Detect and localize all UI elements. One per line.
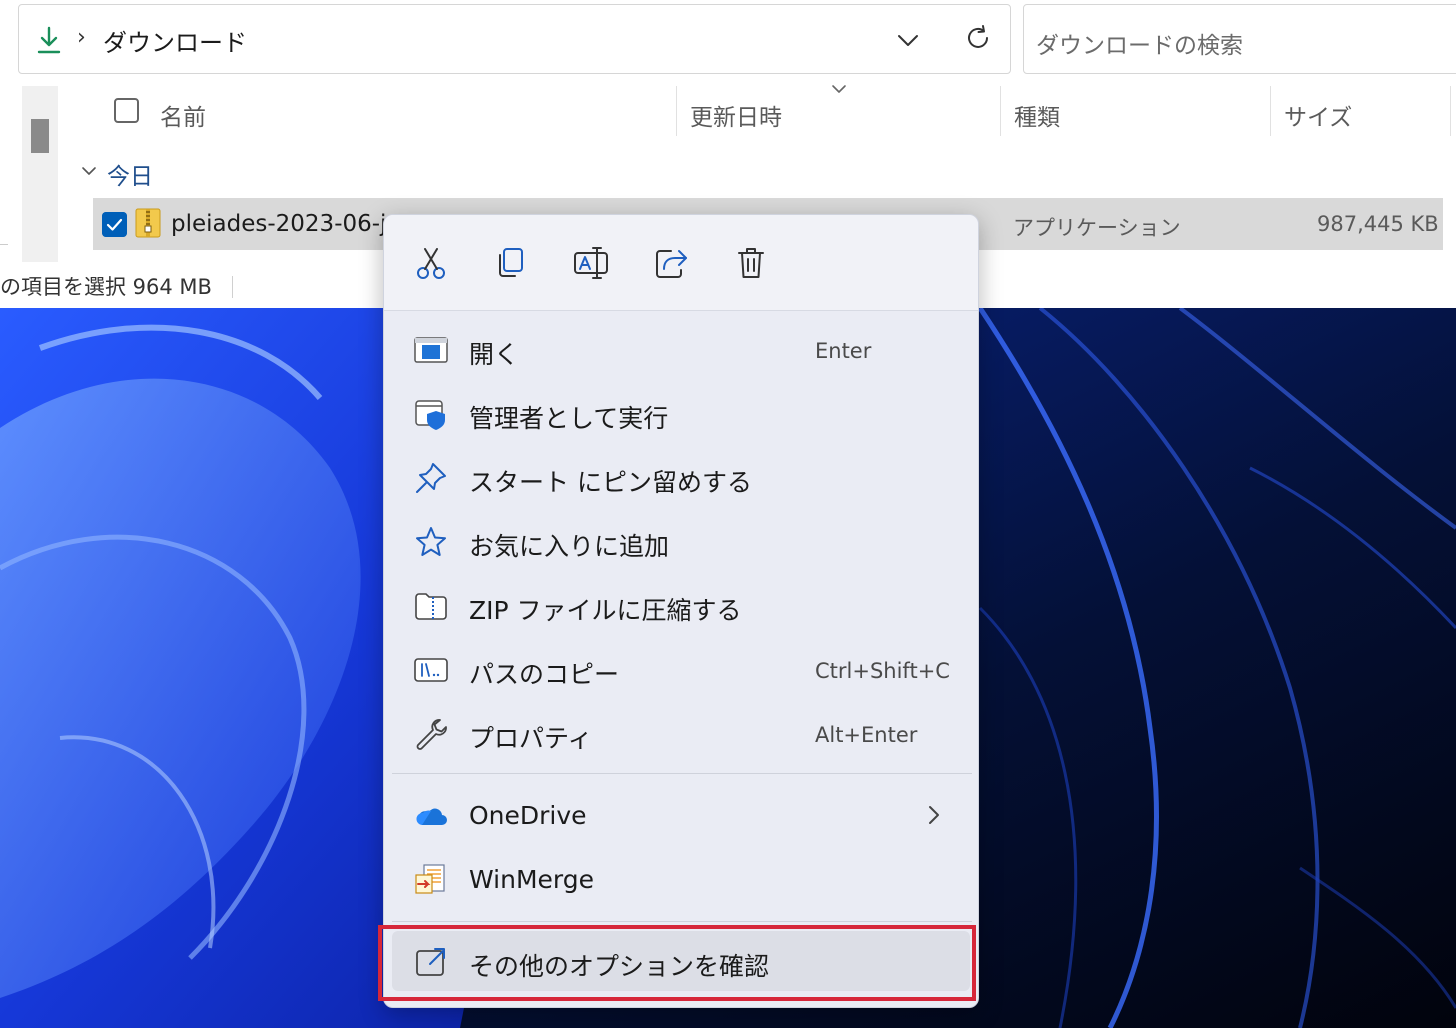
winmerge-icon <box>414 863 448 897</box>
menu-item-copy-path[interactable]: パスのコピー Ctrl+Shift+C <box>384 639 978 699</box>
group-header-today[interactable]: 今日 <box>107 157 153 191</box>
menu-item-label: ZIP ファイルに圧縮する <box>469 596 742 625</box>
breadcrumb-separator: › <box>77 25 86 50</box>
status-bar-text: の項目を選択 964 MB <box>0 275 212 299</box>
select-all-checkbox[interactable] <box>114 98 139 123</box>
star-icon <box>414 525 448 559</box>
scrollbar-thumb[interactable] <box>31 119 49 153</box>
share-button[interactable] <box>651 243 691 283</box>
file-size: 987,445 KB <box>1317 212 1439 236</box>
annotation-highlight-box <box>378 925 976 1001</box>
column-header-date[interactable]: 更新日時 <box>690 98 782 152</box>
run-as-admin-icon <box>414 397 448 431</box>
menu-item-properties[interactable]: プロパティ Alt+Enter <box>384 703 978 763</box>
column-divider[interactable] <box>1270 86 1271 136</box>
status-bar-divider <box>232 276 233 298</box>
rename-icon <box>574 247 608 279</box>
menu-item-label: WinMerge <box>469 865 594 894</box>
menu-item-label: 管理者として実行 <box>469 404 669 433</box>
pin-icon <box>414 461 448 495</box>
menu-item-label: 開く <box>469 340 520 369</box>
zip-folder-icon <box>414 589 448 623</box>
file-type: アプリケーション <box>1013 216 1181 240</box>
chevron-down-icon[interactable] <box>895 27 921 53</box>
divider <box>0 244 8 245</box>
context-menu: 開く Enter 管理者として実行 スタート にピン留めする お気に入りに追加 … <box>383 214 979 1008</box>
menu-separator <box>392 773 972 774</box>
column-header-name[interactable]: 名前 <box>160 98 206 152</box>
menu-separator <box>392 921 972 922</box>
cut-icon <box>417 248 445 279</box>
menu-item-run-as-admin[interactable]: 管理者として実行 <box>384 383 978 443</box>
menu-item-label: パスのコピー <box>469 660 620 689</box>
address-bar[interactable]: › ダウンロード <box>18 4 1011 74</box>
download-icon <box>37 26 61 54</box>
menu-item-open[interactable]: 開く Enter <box>384 319 978 379</box>
delete-button[interactable] <box>731 243 771 283</box>
search-box[interactable]: ダウンロードの検索 <box>1023 4 1456 74</box>
breadcrumb-downloads[interactable]: ダウンロード <box>103 23 247 58</box>
menu-item-winmerge[interactable]: WinMerge <box>384 849 978 909</box>
context-menu-toolbar <box>384 215 978 311</box>
menu-item-label: プロパティ <box>469 724 593 753</box>
copy-path-icon <box>414 653 448 687</box>
chevron-right-icon <box>929 806 939 824</box>
cut-button[interactable] <box>411 243 451 283</box>
menu-item-label: スタート にピン留めする <box>469 468 752 497</box>
refresh-icon[interactable] <box>963 23 993 53</box>
copy-button[interactable] <box>491 243 531 283</box>
column-divider[interactable] <box>676 86 677 136</box>
menu-item-onedrive[interactable]: OneDrive <box>384 785 978 845</box>
menu-item-label: お気に入りに追加 <box>469 532 670 561</box>
copy-icon <box>499 248 523 277</box>
column-header-type[interactable]: 種類 <box>1014 98 1060 152</box>
menu-item-shortcut: Alt+Enter <box>815 723 918 747</box>
zip-file-icon <box>135 208 161 238</box>
group-collapse-chevron-icon[interactable] <box>80 162 98 180</box>
delete-icon <box>738 248 764 278</box>
column-divider[interactable] <box>1450 86 1451 136</box>
menu-item-shortcut: Enter <box>815 339 872 363</box>
wrench-icon <box>414 717 448 751</box>
menu-item-add-to-favorites[interactable]: お気に入りに追加 <box>384 511 978 571</box>
file-name[interactable]: pleiades-2023-06-ja <box>171 211 401 237</box>
column-divider[interactable] <box>1000 86 1001 136</box>
row-checkbox-checked[interactable] <box>102 212 127 237</box>
column-header-size[interactable]: サイズ <box>1284 98 1352 152</box>
search-placeholder: ダウンロードの検索 <box>1036 33 1243 59</box>
menu-item-label: OneDrive <box>469 801 587 830</box>
menu-item-compress-zip[interactable]: ZIP ファイルに圧縮する <box>384 575 978 635</box>
share-icon <box>656 250 687 278</box>
navigation-pane-scrollbar[interactable] <box>22 86 58 262</box>
sort-descending-icon <box>832 85 846 93</box>
menu-item-shortcut: Ctrl+Shift+C <box>815 659 950 683</box>
open-app-icon <box>414 333 448 367</box>
onedrive-icon <box>414 799 448 833</box>
rename-button[interactable] <box>571 243 611 283</box>
menu-item-pin-to-start[interactable]: スタート にピン留めする <box>384 447 978 507</box>
